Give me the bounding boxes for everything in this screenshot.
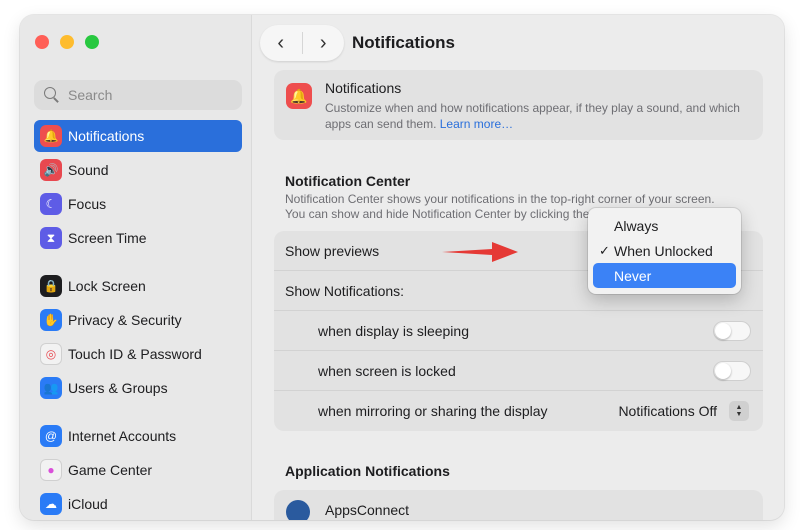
lock-icon: 🔒 (40, 275, 62, 297)
mirroring-popup-button[interactable]: ▲ ▼ (729, 401, 749, 421)
close-window-button[interactable] (35, 35, 49, 49)
show-previews-label: Show previews (285, 242, 380, 259)
sidebar-item-touch-id[interactable]: ◎ Touch ID & Password (34, 338, 242, 370)
intro-description: Customize when and how notifications app… (325, 100, 750, 132)
show-previews-dropdown-menu: Always ✓ When Unlocked Never (588, 208, 741, 294)
sidebar-item-label: Internet Accounts (68, 428, 177, 444)
zoom-window-button[interactable] (85, 35, 99, 49)
sidebar-item-icloud[interactable]: ☁ iCloud (34, 488, 242, 520)
checkmark-icon: ✓ (599, 242, 610, 258)
users-icon: 👥 (40, 377, 62, 399)
learn-more-link[interactable]: Learn more… (440, 117, 513, 131)
mirroring-popup-value[interactable]: Notifications Off (618, 403, 717, 419)
screen-locked-label: when screen is locked (318, 362, 456, 379)
display-sleeping-toggle[interactable] (713, 320, 751, 341)
search-icon (42, 85, 62, 105)
mirroring-label: when mirroring or sharing the display (318, 403, 548, 419)
sidebar-item-label: Privacy & Security (68, 312, 182, 328)
intro-card: 🔔 Notifications Customize when and how n… (274, 70, 763, 140)
show-notifications-label: Show Notifications: (285, 282, 405, 299)
display-sleeping-label: when display is sleeping (318, 322, 469, 339)
display-sleeping-row: when display is sleeping (274, 311, 763, 351)
intro-description-text: Customize when and how notifications app… (325, 101, 740, 131)
menu-option-when-unlocked[interactable]: ✓ When Unlocked (593, 238, 736, 263)
intro-title: Notifications (325, 80, 402, 96)
sidebar-item-screen-time[interactable]: ⧗ Screen Time (34, 222, 242, 254)
page-title: Notifications (352, 33, 455, 52)
speaker-icon: 🔊 (40, 159, 62, 181)
game-center-icon: ● (40, 459, 62, 481)
sidebar-item-label: Touch ID & Password (68, 346, 202, 362)
back-button[interactable]: ‹ (260, 25, 302, 61)
app-icon (286, 500, 310, 520)
forward-button[interactable]: › (302, 25, 344, 61)
fingerprint-icon: ◎ (40, 343, 62, 365)
minimize-window-button[interactable] (60, 35, 74, 49)
sidebar: Search 🔔 Notifications 🔊 Sound ☾ Focus ⧗… (20, 15, 252, 520)
sidebar-item-label: Screen Time (68, 230, 147, 246)
description-line-1: Notification Center shows your notificat… (285, 192, 715, 206)
sidebar-item-sound[interactable]: 🔊 Sound (34, 154, 242, 186)
sidebar-item-label: Notifications (68, 128, 145, 144)
at-icon: @ (40, 425, 62, 447)
menu-option-never[interactable]: Never (593, 263, 736, 288)
hand-icon: ✋ (40, 309, 62, 331)
sidebar-item-label: Lock Screen (68, 278, 146, 294)
sidebar-item-label: Sound (68, 162, 109, 178)
option-label: When Unlocked (614, 242, 713, 259)
bell-icon: 🔔 (40, 125, 62, 147)
navigation-buttons: ‹ › (260, 25, 344, 61)
notification-center-title: Notification Center (285, 173, 411, 189)
search-placeholder: Search (68, 87, 113, 103)
mirroring-row: when mirroring or sharing the display No… (274, 391, 763, 431)
sidebar-item-internet-accounts[interactable]: @ Internet Accounts (34, 420, 242, 452)
moon-icon: ☾ (40, 193, 62, 215)
app-row[interactable]: AppsConnect (274, 490, 763, 520)
hourglass-icon: ⧗ (40, 227, 62, 249)
sidebar-item-privacy-security[interactable]: ✋ Privacy & Security (34, 304, 242, 336)
chevron-up-icon: ▲ (735, 404, 743, 411)
sidebar-item-label: Game Center (68, 462, 153, 478)
cloud-icon: ☁ (40, 493, 62, 515)
sidebar-item-label: Users & Groups (68, 380, 168, 396)
sidebar-item-game-center[interactable]: ● Game Center (34, 454, 242, 486)
sidebar-item-label: iCloud (68, 496, 108, 512)
sidebar-item-notifications[interactable]: 🔔 Notifications (34, 120, 242, 152)
red-arrow-annotation (442, 242, 518, 262)
screen-locked-toggle[interactable] (713, 360, 751, 381)
sidebar-item-focus[interactable]: ☾ Focus (34, 188, 242, 220)
chevron-down-icon: ▼ (735, 411, 743, 418)
option-label: Never (614, 267, 652, 284)
bell-icon: 🔔 (286, 83, 312, 109)
sidebar-item-label: Focus (68, 196, 107, 212)
app-name: AppsConnect (325, 502, 410, 518)
option-label: Always (614, 217, 659, 234)
search-field[interactable]: Search (34, 80, 242, 110)
screen-locked-row: when screen is locked (274, 351, 763, 391)
sidebar-item-users-groups[interactable]: 👥 Users & Groups (34, 372, 242, 404)
menu-option-always[interactable]: Always (593, 213, 736, 238)
sidebar-item-lock-screen[interactable]: 🔒 Lock Screen (34, 270, 242, 302)
application-notifications-title: Application Notifications (285, 463, 450, 479)
